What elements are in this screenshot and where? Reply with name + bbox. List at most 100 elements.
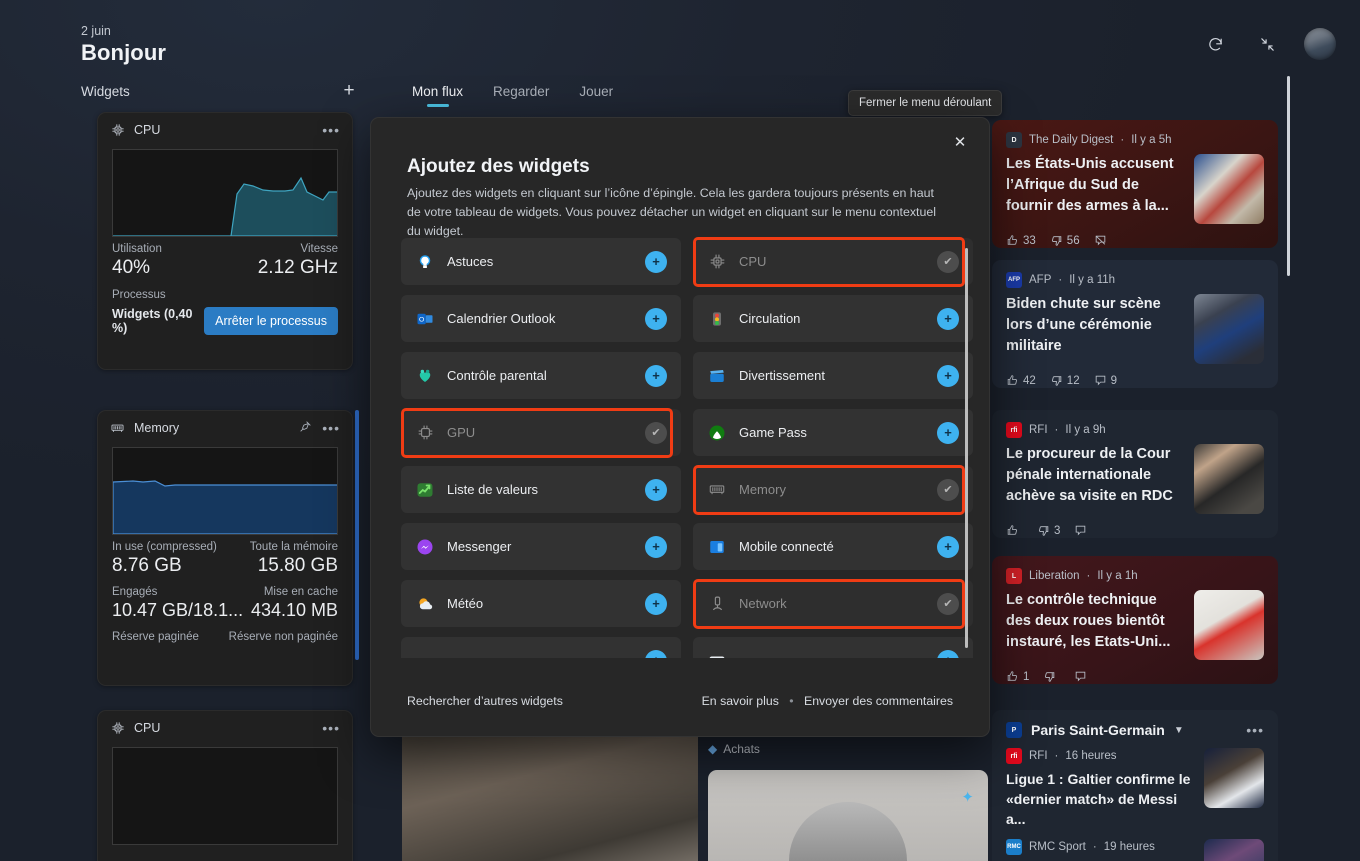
add-widget-button[interactable]: +	[645, 535, 667, 558]
news-thumbnail	[1194, 590, 1264, 660]
add-widget-button[interactable]: +	[338, 80, 360, 102]
dislike-button[interactable]	[1043, 670, 1060, 683]
send-feedback-link[interactable]: Envoyer des commentaires	[804, 694, 953, 708]
widget-option-game-pass[interactable]: Game Pass +	[693, 409, 973, 456]
dialog-footer-links: En savoir plus • Envoyer des commentaire…	[702, 694, 953, 708]
achats-section-label[interactable]: ◆ Achats	[708, 742, 760, 756]
family-heart-icon	[415, 366, 435, 386]
widget-option-label: Circulation	[739, 311, 801, 326]
widget-option-gpu[interactable]: GPU ✔	[401, 409, 681, 456]
like-button[interactable]: 42	[1006, 374, 1036, 387]
search-more-widgets-link[interactable]: Rechercher d’autres widgets	[407, 694, 563, 708]
more-options-icon[interactable]: •••	[322, 721, 340, 735]
dislike-button[interactable]: 3	[1037, 524, 1060, 537]
more-options-icon[interactable]: •••	[322, 123, 340, 137]
source-logo: RMC	[1006, 839, 1022, 855]
news-card[interactable]: AFP AFP · Il y a 11h Biden chute sur scè…	[992, 260, 1278, 388]
stocks-chart-icon	[415, 480, 435, 500]
stat-label: Toute la mémoire	[249, 541, 338, 553]
widget-added-check-icon[interactable]: ✔	[645, 421, 667, 444]
psg-item-source: RMC RMC Sport · 19 heures	[1006, 839, 1194, 855]
comment-button[interactable]	[1074, 524, 1091, 537]
tab-mon-flux[interactable]: Mon flux	[412, 84, 463, 107]
widget-option-calendrier-outlook[interactable]: O Calendrier Outlook +	[401, 295, 681, 342]
feed-card-shopping[interactable]: ✦ Afficher plus ›	[708, 770, 988, 861]
widget-option-partial[interactable]: +	[693, 637, 973, 658]
widget-option-divertissement[interactable]: Divertissement +	[693, 352, 973, 399]
widget-option-mobile-connecte[interactable]: Mobile connecté +	[693, 523, 973, 570]
xbox-icon	[707, 423, 727, 443]
add-widget-button[interactable]: +	[937, 364, 959, 387]
add-widget-button[interactable]: +	[645, 592, 667, 615]
add-widget-button[interactable]: +	[645, 478, 667, 501]
widget-option-astuces[interactable]: Astuces +	[401, 238, 681, 285]
dislike-button[interactable]: 56	[1050, 234, 1080, 247]
add-widget-button[interactable]: +	[645, 307, 667, 330]
widget-option-circulation[interactable]: Circulation +	[693, 295, 973, 342]
feed-card-photo[interactable]	[402, 728, 698, 861]
pin-icon[interactable]	[299, 420, 312, 436]
more-options-icon[interactable]: •••	[1246, 723, 1264, 737]
like-button[interactable]: 33	[1006, 234, 1036, 247]
news-column: D The Daily Digest · Il y a 5h Les États…	[992, 76, 1360, 861]
sidebar-widget-cpu-2[interactable]: CPU •••	[97, 710, 353, 861]
widget-option-partial[interactable]: +	[401, 637, 681, 658]
comment-button[interactable]	[1074, 670, 1091, 683]
widget-header: Memory •••	[98, 411, 352, 445]
widget-option-controle-parental[interactable]: Contrôle parental +	[401, 352, 681, 399]
widget-added-check-icon[interactable]: ✔	[937, 592, 959, 615]
widget-option-meteo[interactable]: Météo +	[401, 580, 681, 627]
news-scrollbar[interactable]	[1287, 76, 1290, 276]
add-widget-button[interactable]: +	[937, 649, 959, 658]
collapse-icon[interactable]	[1252, 29, 1282, 59]
add-widget-button[interactable]: +	[937, 307, 959, 330]
widget-option-network[interactable]: Network ✔	[693, 580, 973, 627]
like-button[interactable]: 1	[1006, 670, 1029, 683]
add-widget-button[interactable]: +	[645, 250, 667, 273]
widget-added-check-icon[interactable]: ✔	[937, 478, 959, 501]
psg-news-item[interactable]: RMC RMC Sport · 19 heures	[1006, 839, 1264, 861]
dislike-button[interactable]: 12	[1050, 374, 1080, 387]
widget-option-messenger[interactable]: Messenger +	[401, 523, 681, 570]
widget-option-label: Game Pass	[739, 425, 807, 440]
dislike-count: 12	[1066, 374, 1080, 387]
widget-option-memory[interactable]: Memory ✔	[693, 466, 973, 513]
widget-option-liste-de-valeurs[interactable]: Liste de valeurs +	[401, 466, 681, 513]
psg-header: P Paris Saint-Germain ▼ •••	[1006, 722, 1264, 738]
news-source-row: AFP AFP · Il y a 11h	[1006, 272, 1264, 288]
more-options-icon[interactable]: •••	[322, 421, 340, 435]
psg-item-source: rfi RFI · 16 heures	[1006, 748, 1194, 764]
psg-news-item[interactable]: rfi RFI · 16 heures Ligue 1 : Galtier co…	[1006, 748, 1264, 829]
add-widget-button[interactable]: +	[645, 364, 667, 387]
widget-option-cpu[interactable]: CPU ✔	[693, 238, 973, 285]
kill-process-button[interactable]: Arrêter le processus	[204, 307, 338, 335]
network-icon	[707, 594, 727, 614]
add-widget-button[interactable]: +	[645, 649, 667, 658]
tab-jouer[interactable]: Jouer	[579, 84, 613, 107]
news-headline: Biden chute sur scène lors d’une cérémon…	[1006, 296, 1161, 354]
avatar[interactable]	[1304, 28, 1336, 60]
memory-stats: In use (compressed) Toute la mémoire 8.7…	[98, 535, 352, 643]
close-icon[interactable]: ✕	[943, 126, 977, 158]
news-card[interactable]: D The Daily Digest · Il y a 5h Les États…	[992, 120, 1278, 248]
news-card[interactable]: L Liberation · Il y a 1h Le contrôle tec…	[992, 556, 1278, 684]
tab-regarder[interactable]: Regarder	[493, 84, 549, 107]
like-button[interactable]	[1006, 524, 1023, 537]
widget-added-check-icon[interactable]: ✔	[937, 250, 959, 273]
psg-title: Paris Saint-Germain	[1031, 722, 1165, 738]
add-widget-button[interactable]: +	[937, 535, 959, 558]
comment-button[interactable]: 9	[1094, 374, 1117, 387]
add-widget-button[interactable]: +	[937, 421, 959, 444]
news-thumbnail	[1194, 444, 1264, 514]
chevron-down-icon[interactable]: ▼	[1174, 725, 1184, 736]
refresh-icon[interactable]	[1200, 29, 1230, 59]
source-sep: ·	[1120, 134, 1125, 146]
comment-disabled-icon[interactable]	[1094, 234, 1107, 247]
news-card[interactable]: rfi RFI · Il y a 9h Le procureur de la C…	[992, 410, 1278, 538]
traffic-light-icon	[707, 309, 727, 329]
sidebar-widget-memory[interactable]: Memory ••• In use (compressed) Toute la …	[97, 410, 353, 686]
widget-list-scrollbar[interactable]	[965, 248, 968, 648]
sidebar-widget-cpu[interactable]: CPU ••• Utilisation Vitesse 40% 2.12 GHz…	[97, 112, 353, 370]
learn-more-link[interactable]: En savoir plus	[702, 694, 779, 708]
psg-card[interactable]: P Paris Saint-Germain ▼ ••• rfi RFI · 16…	[992, 710, 1278, 861]
